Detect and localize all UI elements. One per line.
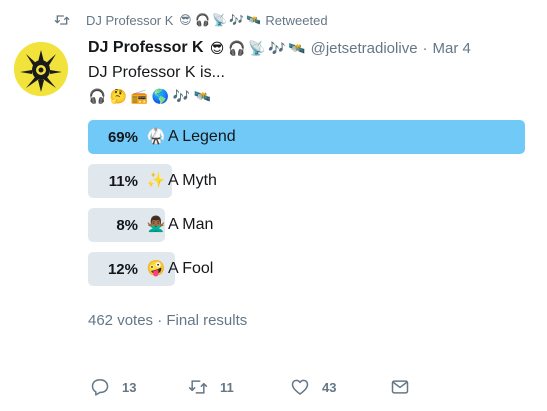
like-button[interactable]: 43 <box>290 374 336 400</box>
sunglasses-emoji-icon: 😎 <box>179 13 192 27</box>
retweeter-emojis: 😎 🎧 📡 🎶 🛰️ <box>177 12 261 28</box>
author-name[interactable]: DJ Professor K <box>88 39 204 57</box>
direct-message-button[interactable] <box>390 374 410 400</box>
poll-label: A Man <box>168 216 214 233</box>
retweet-count: 11 <box>220 379 234 395</box>
satellite-emoji-icon: 🛰️ <box>193 88 212 104</box>
tweet-date[interactable]: Mar 4 <box>433 40 471 57</box>
poll: 69% 🥋 A Legend 11% ✨ A Myth 8% 🙅🏾‍♂️ A M… <box>88 120 525 296</box>
martial-arts-uniform-emoji-icon: 🥋 <box>146 128 166 145</box>
sunglasses-emoji-icon: 😎 <box>209 39 225 56</box>
headphones-emoji-icon: 🎧 <box>194 13 210 27</box>
retweet-button[interactable]: 11 <box>188 374 234 400</box>
poll-label: A Myth <box>168 172 217 189</box>
poll-option: 8% 🙅🏾‍♂️ A Man <box>88 208 525 242</box>
sparkles-emoji-icon: ✨ <box>146 172 166 189</box>
separator-dot: · <box>157 312 167 329</box>
author-handle[interactable]: @jetsetradiolive <box>311 40 418 57</box>
poll-option: 12% 🤪 A Fool <box>88 252 525 286</box>
thinking-face-emoji-icon: 🤔 <box>109 88 128 104</box>
globe-emoji-icon: 🌎 <box>151 88 170 104</box>
radio-emoji-icon: 📻 <box>130 88 149 104</box>
poll-label: A Fool <box>168 260 214 277</box>
poll-results-meta: 462 votes · Final results <box>88 312 247 329</box>
satellite-emoji-icon: 🛰️ <box>288 39 306 56</box>
reply-icon <box>91 379 109 396</box>
headphones-emoji-icon: 🎧 <box>228 39 246 56</box>
poll-label: A Legend <box>168 128 236 145</box>
separator-dot: · <box>422 39 428 57</box>
heart-icon <box>291 379 309 395</box>
satellite-dish-emoji-icon: 📡 <box>248 39 266 56</box>
like-count: 43 <box>322 379 337 395</box>
envelope-icon <box>391 380 409 394</box>
tweet-text-emojis: 🎧 🤔 📻 🌎 🎶 🛰️ <box>88 87 212 106</box>
tweet-text: DJ Professor K is... <box>88 64 225 81</box>
satellite-emoji-icon: 🛰️ <box>245 13 261 27</box>
poll-option: 69% 🥋 A Legend <box>88 120 525 154</box>
music-notes-emoji-icon: 🎶 <box>268 39 286 56</box>
zany-face-emoji-icon: 🤪 <box>146 260 166 277</box>
poll-vote-count: 462 votes <box>88 312 154 329</box>
retweeted-banner: DJ Professor K 😎 🎧 📡 🎶 🛰️ Retweeted <box>54 10 328 30</box>
retweeted-label: Retweeted <box>265 12 328 28</box>
tweet-actions: 13 11 43 <box>90 374 420 400</box>
author-emojis: 😎 🎧 📡 🎶 🛰️ <box>208 39 307 58</box>
headphones-emoji-icon: 🎧 <box>88 88 107 104</box>
poll-option: 11% ✨ A Myth <box>88 164 525 198</box>
retweeter-name[interactable]: DJ Professor K <box>86 13 173 28</box>
poll-percent: 12% <box>107 260 138 278</box>
avatar[interactable] <box>14 42 68 96</box>
satellite-dish-emoji-icon: 📡 <box>211 13 227 27</box>
retweet-icon <box>188 380 208 394</box>
retweet-icon <box>54 15 70 25</box>
poll-percent: 69% <box>107 128 138 146</box>
reply-count: 13 <box>122 379 137 395</box>
reply-button[interactable]: 13 <box>90 374 136 400</box>
poll-percent: 8% <box>116 216 138 234</box>
avatar-image <box>14 42 68 96</box>
person-gesturing-no-emoji-icon: 🙅🏾‍♂️ <box>146 216 166 233</box>
music-notes-emoji-icon: 🎶 <box>172 88 191 104</box>
music-notes-emoji-icon: 🎶 <box>228 13 244 27</box>
poll-percent: 11% <box>108 172 138 190</box>
poll-status: Final results <box>166 312 248 329</box>
tweet-header: DJ Professor K 😎 🎧 📡 🎶 🛰️ @jetsetradioli… <box>88 38 471 58</box>
